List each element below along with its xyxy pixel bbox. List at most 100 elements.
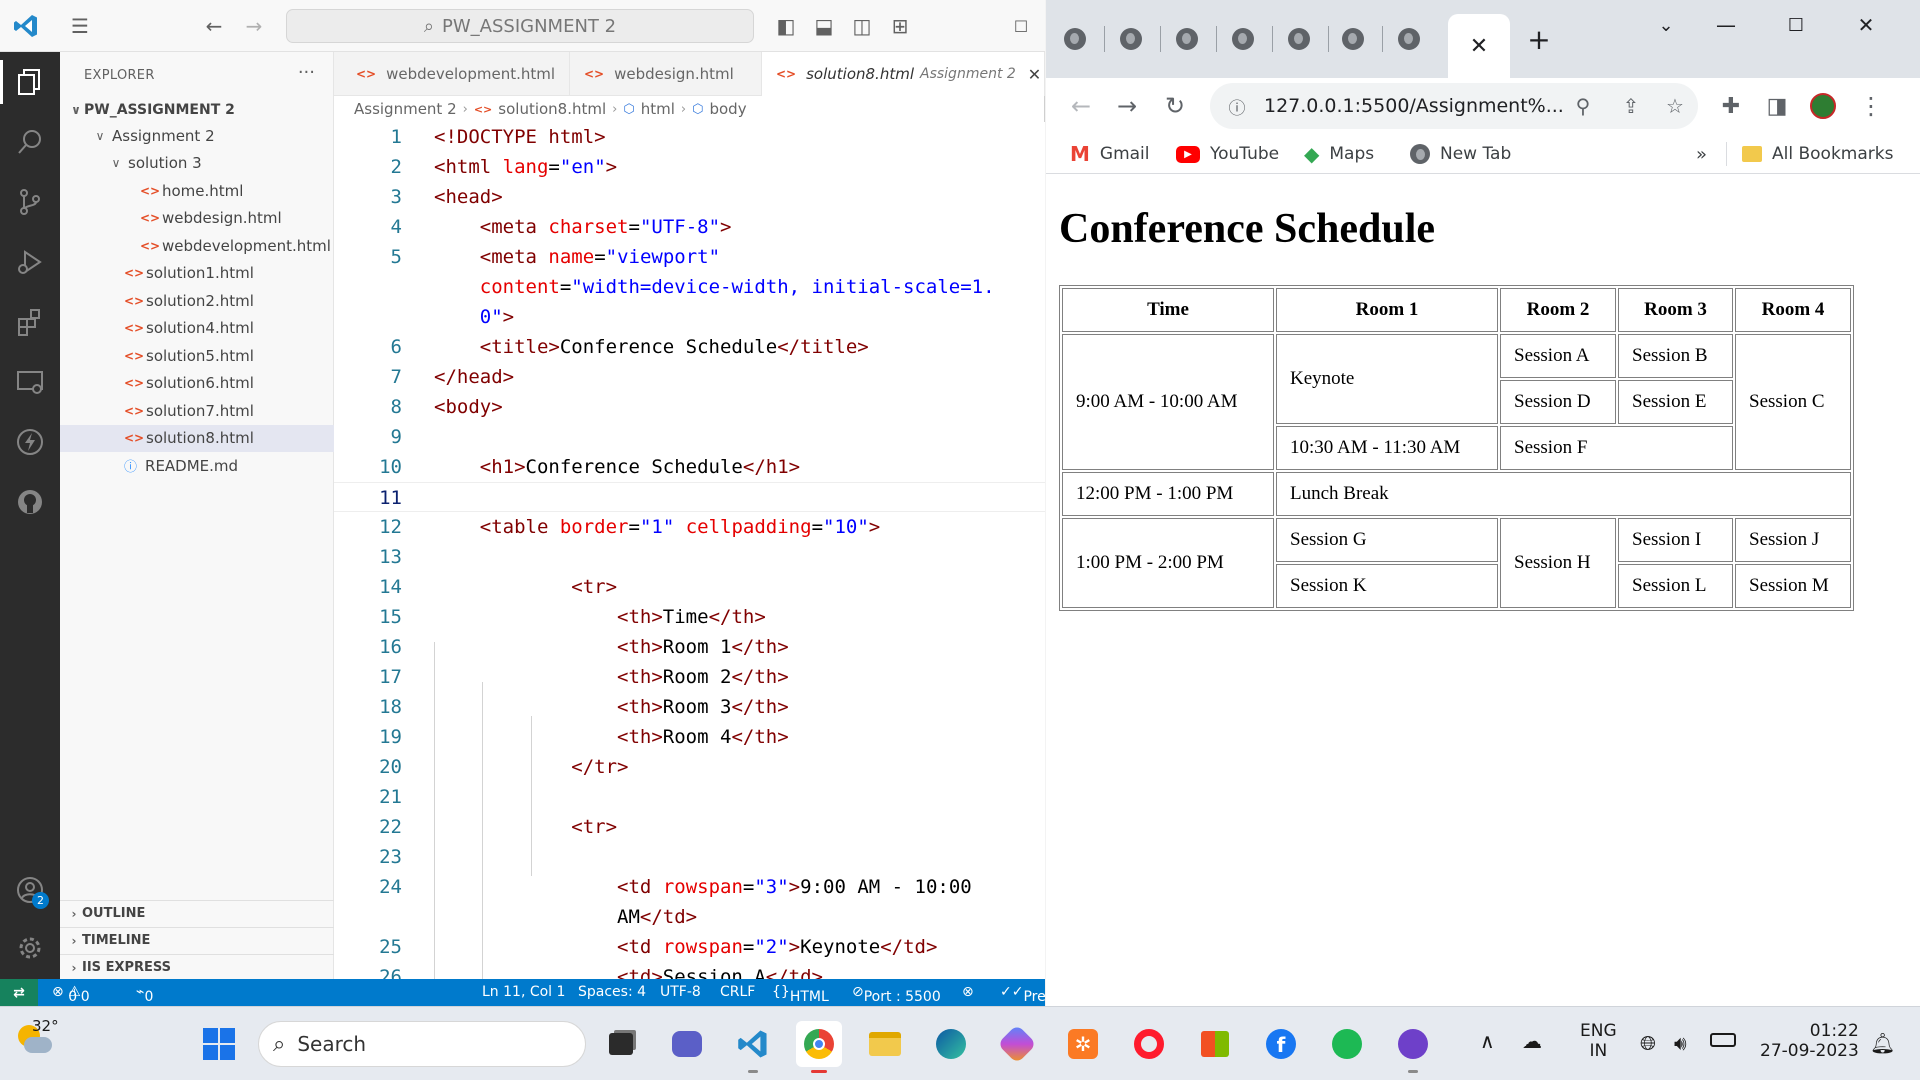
toggle-sidebar-icon[interactable]: ◧ [770, 10, 802, 42]
back-arrow-icon[interactable]: ← [198, 10, 230, 42]
breadcrumb-item[interactable]: Assignment 2 [354, 100, 457, 118]
tree-file[interactable]: <> solution4.html [60, 315, 334, 342]
vscode-taskbar-icon[interactable] [730, 1021, 776, 1073]
side-panel-icon[interactable]: ◨ [1762, 91, 1792, 121]
tree-file[interactable]: <> solution1.html [60, 260, 334, 287]
show-hidden-icons-icon[interactable]: ∧ [1480, 1029, 1495, 1053]
toggle-secondary-sidebar-icon[interactable]: ◫ [846, 10, 878, 42]
source-control-icon[interactable] [12, 184, 48, 220]
tree-file[interactable]: <> solution8.html [60, 424, 334, 452]
menu-icon[interactable]: ☰ [64, 10, 96, 42]
zoom-icon[interactable]: ⚲ [1570, 93, 1596, 119]
start-windows-icon[interactable] [196, 1021, 242, 1067]
problems-indicator[interactable]: ⊗ 0 ⚠ 0 [52, 984, 90, 1005]
tree-file[interactable]: <> home.html [60, 177, 334, 204]
volume-icon[interactable]: 🔊︎ [1674, 1031, 1687, 1055]
live-share-icon[interactable] [12, 424, 48, 460]
workspace-root[interactable]: ∨ PW_ASSIGNMENT 2 [60, 96, 334, 123]
share-icon[interactable]: ⇪ [1618, 93, 1644, 119]
command-center[interactable]: ⌕ PW_ASSIGNMENT 2 [286, 9, 754, 43]
prettier-indicator[interactable]: ✓✓ Pre [1000, 984, 1046, 1005]
browser-tab[interactable] [1228, 24, 1258, 54]
onedrive-icon[interactable]: ☁ [1522, 1029, 1542, 1053]
task-view-icon[interactable] [598, 1021, 644, 1067]
line-ending[interactable]: CRLF [720, 984, 755, 1000]
browser-tab[interactable] [1116, 24, 1146, 54]
language-mode[interactable]: {} HTML [772, 984, 829, 1005]
forward-arrow-icon[interactable]: → [1112, 91, 1142, 121]
close-tab-icon[interactable]: ✕ [1470, 34, 1488, 59]
facebook-icon[interactable]: f [1258, 1021, 1304, 1067]
tab-webdevelopment[interactable]: <> webdevelopment.html [342, 52, 570, 96]
back-arrow-icon[interactable]: ← [1066, 91, 1096, 121]
url-text[interactable]: 127.0.0.1:5500/Assignment%... [1264, 95, 1564, 117]
notification-bell-icon[interactable]: 🔔︎ [1870, 1031, 1895, 1055]
live-server-port[interactable]: ⊘ Port : 5500 [852, 984, 941, 1005]
breadcrumb-item[interactable]: solution8.html [498, 100, 606, 118]
more-bookmarks-icon[interactable]: » [1696, 141, 1707, 167]
remote-explorer-icon[interactable] [12, 364, 48, 400]
browser-tab[interactable] [1338, 24, 1368, 54]
toggle-panel-icon[interactable]: ⬓ [808, 10, 840, 42]
bookmark-star-icon[interactable]: ☆ [1662, 93, 1688, 119]
edge-icon[interactable] [928, 1021, 974, 1067]
browser-tab[interactable] [1060, 24, 1090, 54]
tree-file[interactable]: <> solution7.html [60, 397, 334, 424]
timeline-section[interactable]: › TIMELINE [60, 927, 334, 953]
browser-tab-active[interactable]: ✕ [1448, 14, 1510, 78]
bookmark-youtube[interactable]: ▶ YouTube [1176, 141, 1279, 167]
extensions-puzzle-icon[interactable]: ✚ [1716, 91, 1746, 121]
notifications-icon[interactable]: ⊗ [962, 984, 974, 1000]
github-desktop-icon[interactable] [1390, 1021, 1436, 1073]
customize-layout-icon[interactable]: ⊞ [884, 10, 916, 42]
close-window-icon[interactable]: ✕ [1846, 10, 1886, 40]
teams-chat-icon[interactable] [664, 1021, 710, 1067]
tree-folder[interactable]: ∨ solution 3 [60, 150, 334, 177]
forward-arrow-icon[interactable]: → [238, 10, 270, 42]
encoding[interactable]: UTF-8 [660, 984, 701, 1000]
browser-tab[interactable] [1284, 24, 1314, 54]
microsoft-store-icon[interactable] [1192, 1021, 1238, 1067]
iis-express-section[interactable]: › IIS EXPRESS [60, 954, 334, 980]
minimize-icon[interactable]: — [1706, 10, 1746, 40]
clock[interactable]: 01:22 27-09-2023 [1760, 1021, 1859, 1061]
taskbar-search[interactable]: ⌕ Search [258, 1021, 586, 1067]
breadcrumb-item[interactable]: html [641, 100, 675, 118]
tree-folder[interactable]: ∨ Assignment 2 [60, 122, 334, 149]
tab-search-chevron-icon[interactable]: ⌄ [1646, 10, 1686, 40]
opera-icon[interactable] [1126, 1021, 1172, 1067]
browser-tab[interactable] [1394, 24, 1424, 54]
ports-indicator[interactable]: ⌁ 0 [136, 984, 153, 1005]
tree-file[interactable]: <> webdevelopment.html [60, 232, 334, 259]
site-info-icon[interactable]: ⓘ [1224, 93, 1250, 119]
more-actions-icon[interactable]: ··· [298, 62, 315, 83]
maximize-icon[interactable]: ☐ [1776, 10, 1816, 40]
new-tab-plus-icon[interactable]: + [1524, 23, 1554, 56]
search-icon[interactable] [12, 124, 48, 160]
close-tab-icon[interactable]: ✕ [1028, 65, 1041, 84]
tree-file[interactable]: <> webdesign.html [60, 205, 334, 232]
reload-icon[interactable]: ↻ [1160, 91, 1190, 121]
run-debug-icon[interactable] [12, 244, 48, 280]
accounts-icon[interactable]: 2 [12, 872, 49, 909]
profile-avatar[interactable] [1808, 91, 1838, 121]
spotify-icon[interactable] [1324, 1021, 1370, 1067]
tree-file[interactable]: <> solution6.html [60, 370, 334, 397]
code-editor[interactable]: 1 <!DOCTYPE html> 2 <html lang="en"> 3 <hea… [334, 122, 1045, 979]
tab-solution8[interactable]: <> solution8.html Assignment 2 ✕ [762, 52, 1045, 96]
remote-indicator-icon[interactable]: ⇄ [0, 979, 38, 1006]
cursor-position[interactable]: Ln 11, Col 1 [482, 984, 565, 1000]
bookmark-gmail[interactable]: M Gmail [1070, 141, 1150, 167]
maximize-icon[interactable]: ☐ [1005, 10, 1037, 42]
tab-webdesign[interactable]: <> webdesign.html [570, 52, 762, 96]
network-icon[interactable]: 🌐︎ [1640, 1031, 1656, 1055]
extensions-icon[interactable] [12, 304, 48, 340]
tree-file[interactable]: ⓘ README.md [60, 452, 334, 479]
bookmark-maps[interactable]: ◆ Maps [1304, 141, 1374, 167]
file-explorer-icon[interactable] [862, 1021, 908, 1067]
language-indicator[interactable]: ENG IN [1580, 1021, 1617, 1061]
all-bookmarks[interactable]: All Bookmarks [1742, 141, 1893, 167]
chrome-taskbar-icon[interactable] [796, 1021, 842, 1073]
address-bar[interactable]: ⓘ 127.0.0.1:5500/Assignment%... ⚲ ⇪ ☆ [1210, 83, 1698, 129]
tree-file[interactable]: <> solution2.html [60, 287, 334, 314]
